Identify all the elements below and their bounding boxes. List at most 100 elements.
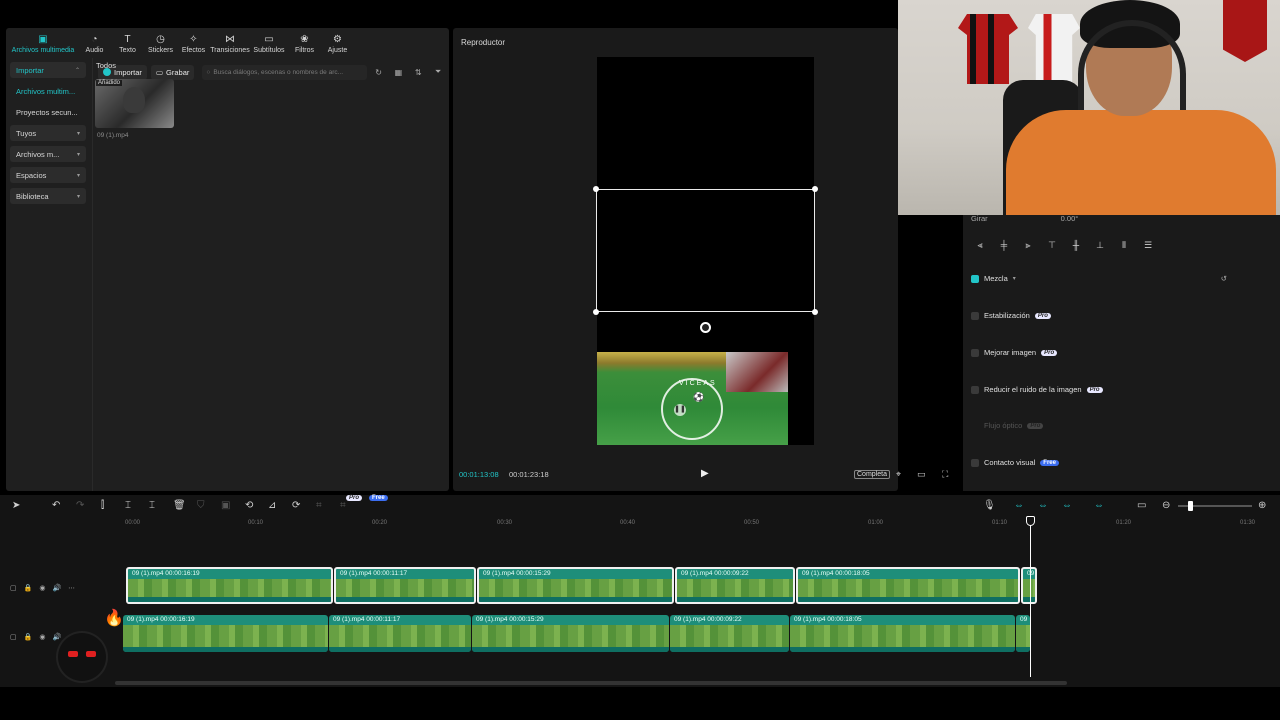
split-left-icon[interactable]: ⌶ — [125, 500, 131, 511]
rotate-value[interactable]: 0.00° — [1061, 214, 1079, 223]
align-right-icon[interactable]: ⫸ — [1019, 238, 1037, 252]
smart-crop-icon[interactable]: ⌗ — [340, 500, 346, 511]
timeline-clip[interactable]: 09 (1).mp4 00:00:16:19 — [126, 567, 333, 604]
sidebar-item-yours[interactable]: Tuyos ▾ — [10, 125, 86, 141]
align-top-icon[interactable]: ⊤ — [1043, 238, 1061, 252]
timeline-clip[interactable]: 09 — [1016, 615, 1030, 652]
sort-icon[interactable]: ⇅ — [410, 65, 426, 80]
volume-icon[interactable]: 🔊 — [52, 633, 61, 641]
cover-icon[interactable]: ▢ — [10, 584, 17, 592]
refresh-icon[interactable]: ↻ — [371, 65, 387, 80]
filter-all-label[interactable]: Todos — [96, 61, 116, 70]
record-button[interactable]: ▭ Grabar — [150, 64, 195, 80]
redo-icon[interactable]: ↷ — [76, 500, 84, 511]
volume-icon[interactable]: 🔊 — [52, 584, 61, 592]
snap-icon[interactable]: ⇔ — [1094, 500, 1104, 511]
eye-contact-checkbox[interactable] — [971, 458, 979, 467]
shield-icon[interactable]: ⛉ — [197, 500, 205, 511]
reset-icon[interactable]: ↺ — [1221, 274, 1227, 283]
timeline-clip[interactable]: 09 (1).mp4 00:00:15:29 — [472, 615, 669, 652]
search-input[interactable]: ○ Busca diálogos, escenas o nombres de a… — [202, 64, 367, 80]
timeline-clip[interactable]: 09 (1).mp4 00:00:18:05 — [796, 567, 1020, 604]
denoise-row[interactable]: Reducir el ruido de la imagen Pro — [971, 385, 1103, 394]
aspect-ratio-icon[interactable]: ▭ — [917, 469, 926, 480]
freeze-icon[interactable]: ▣ — [221, 500, 230, 511]
denoise-checkbox[interactable] — [971, 385, 979, 394]
tab-subtitles[interactable]: ▭ Subtítulos — [250, 30, 288, 58]
media-thumbnail[interactable]: Añadido — [95, 79, 174, 128]
blend-checkbox[interactable] — [971, 274, 979, 283]
fullscreen-icon[interactable]: ⛶ — [942, 469, 948, 480]
sidebar-item-media-files[interactable]: Archivos multim... — [10, 83, 86, 99]
distribute-v-icon[interactable]: ☰ — [1139, 238, 1157, 252]
preview-axis-icon[interactable]: ⇔ — [1062, 500, 1072, 511]
timeline-scrollbar[interactable] — [115, 681, 1067, 685]
distribute-h-icon[interactable]: ⫴ — [1115, 238, 1133, 252]
rotate-icon[interactable]: ⟳ — [292, 500, 300, 511]
tab-media[interactable]: ▣ Archivos multimedia — [8, 30, 78, 58]
resize-handle[interactable] — [593, 186, 599, 192]
enhance-checkbox[interactable] — [971, 348, 979, 357]
mirror-icon[interactable]: ⊿ — [268, 500, 276, 511]
align-bottom-icon[interactable]: ⊥ — [1091, 238, 1109, 252]
lock-icon[interactable]: 🔒 — [24, 633, 33, 641]
timeline-clip[interactable]: 09 — [1021, 567, 1037, 604]
sidebar-item-library[interactable]: Biblioteca ▾ — [10, 188, 86, 204]
captions-icon[interactable]: ▭ — [1137, 500, 1146, 511]
select-tool-icon[interactable]: ➤ — [12, 500, 20, 511]
eye-icon[interactable]: ◉ — [39, 584, 45, 592]
sidebar-item-media-archive[interactable]: Archivos m... ▾ — [10, 146, 86, 162]
playhead-handle[interactable] — [1026, 516, 1035, 526]
eye-icon[interactable]: ◉ — [39, 633, 45, 641]
timeline-clip[interactable]: 09 (1).mp4 00:00:15:29 — [477, 567, 674, 604]
timeline-clip[interactable]: 09 (1).mp4 00:00:11:17 — [329, 615, 471, 652]
split-icon[interactable]: ⫿ — [101, 500, 104, 511]
align-center-icon[interactable]: ╪ — [995, 238, 1013, 252]
grid-view-icon[interactable]: ▦ — [391, 65, 407, 80]
tab-stickers[interactable]: ◷ Stickers — [144, 30, 177, 58]
tab-adjust[interactable]: ⚙ Ajuste — [321, 30, 354, 58]
timeline-clip[interactable]: 09 (1).mp4 00:00:11:17 — [334, 567, 476, 604]
play-reverse-icon[interactable]: ⟲ — [245, 500, 253, 511]
zoom-out-icon[interactable]: ⊖ — [1162, 500, 1170, 511]
crop-icon[interactable]: ⌗ — [316, 500, 322, 511]
microphone-icon[interactable]: 🎙 — [983, 500, 996, 511]
blend-row[interactable]: Mezcla ▾ ↺ — [971, 274, 1227, 283]
timeline-clip[interactable]: 09 (1).mp4 00:00:16:19 — [123, 615, 328, 652]
split-right-icon[interactable]: ⌶ — [149, 500, 155, 511]
enhance-row[interactable]: Mejorar imagen Pro — [971, 348, 1058, 357]
link-icon[interactable]: ⇔ — [1038, 500, 1048, 511]
sidebar-item-secondary-projects[interactable]: Proyectos secun... — [10, 104, 86, 120]
align-left-icon[interactable]: ⫷ — [971, 238, 989, 252]
tab-filters[interactable]: ❀ Filtros — [288, 30, 321, 58]
play-button[interactable]: ▶ — [701, 468, 709, 479]
stabilize-checkbox[interactable] — [971, 311, 979, 320]
rotate-handle-icon[interactable] — [700, 322, 711, 333]
align-middle-icon[interactable]: ╫ — [1067, 238, 1085, 252]
timeline-clip[interactable]: 09 (1).mp4 00:00:18:05 — [790, 615, 1015, 652]
zoom-in-icon[interactable]: ⊕ — [1258, 500, 1266, 511]
undo-icon[interactable]: ↶ — [52, 500, 60, 511]
tab-effects[interactable]: ✧ Efectos — [177, 30, 210, 58]
tab-audio[interactable]: ◔ Audio — [78, 30, 111, 58]
eye-contact-row[interactable]: Contacto visual Free — [971, 458, 1059, 467]
timeline-clip[interactable]: 09 (1).mp4 00:00:09:22 — [670, 615, 789, 652]
filter-icon[interactable]: ⏷ — [430, 65, 446, 80]
ratio-button[interactable]: Completa — [854, 470, 890, 479]
playhead[interactable] — [1030, 517, 1031, 677]
timeline-clip[interactable]: 09 (1).mp4 00:00:09:22 — [675, 567, 795, 604]
magnet-icon[interactable]: ⇔ — [1014, 500, 1024, 511]
focus-icon[interactable]: ⌖ — [896, 469, 901, 480]
zoom-slider-thumb[interactable] — [1188, 501, 1193, 511]
more-icon[interactable]: ⋯ — [68, 584, 75, 592]
sidebar-item-import[interactable]: Importar ⌃ — [10, 62, 86, 78]
resize-handle[interactable] — [812, 309, 818, 315]
lock-icon[interactable]: 🔒 — [24, 584, 33, 592]
tab-transitions[interactable]: ⋈ Transiciones — [210, 30, 250, 58]
selection-box[interactable] — [596, 189, 815, 312]
stabilize-row[interactable]: Estabilización Pro — [971, 311, 1051, 320]
sidebar-item-spaces[interactable]: Espacios ▾ — [10, 167, 86, 183]
tab-text[interactable]: T Texto — [111, 30, 144, 58]
resize-handle[interactable] — [812, 186, 818, 192]
resize-handle[interactable] — [593, 309, 599, 315]
